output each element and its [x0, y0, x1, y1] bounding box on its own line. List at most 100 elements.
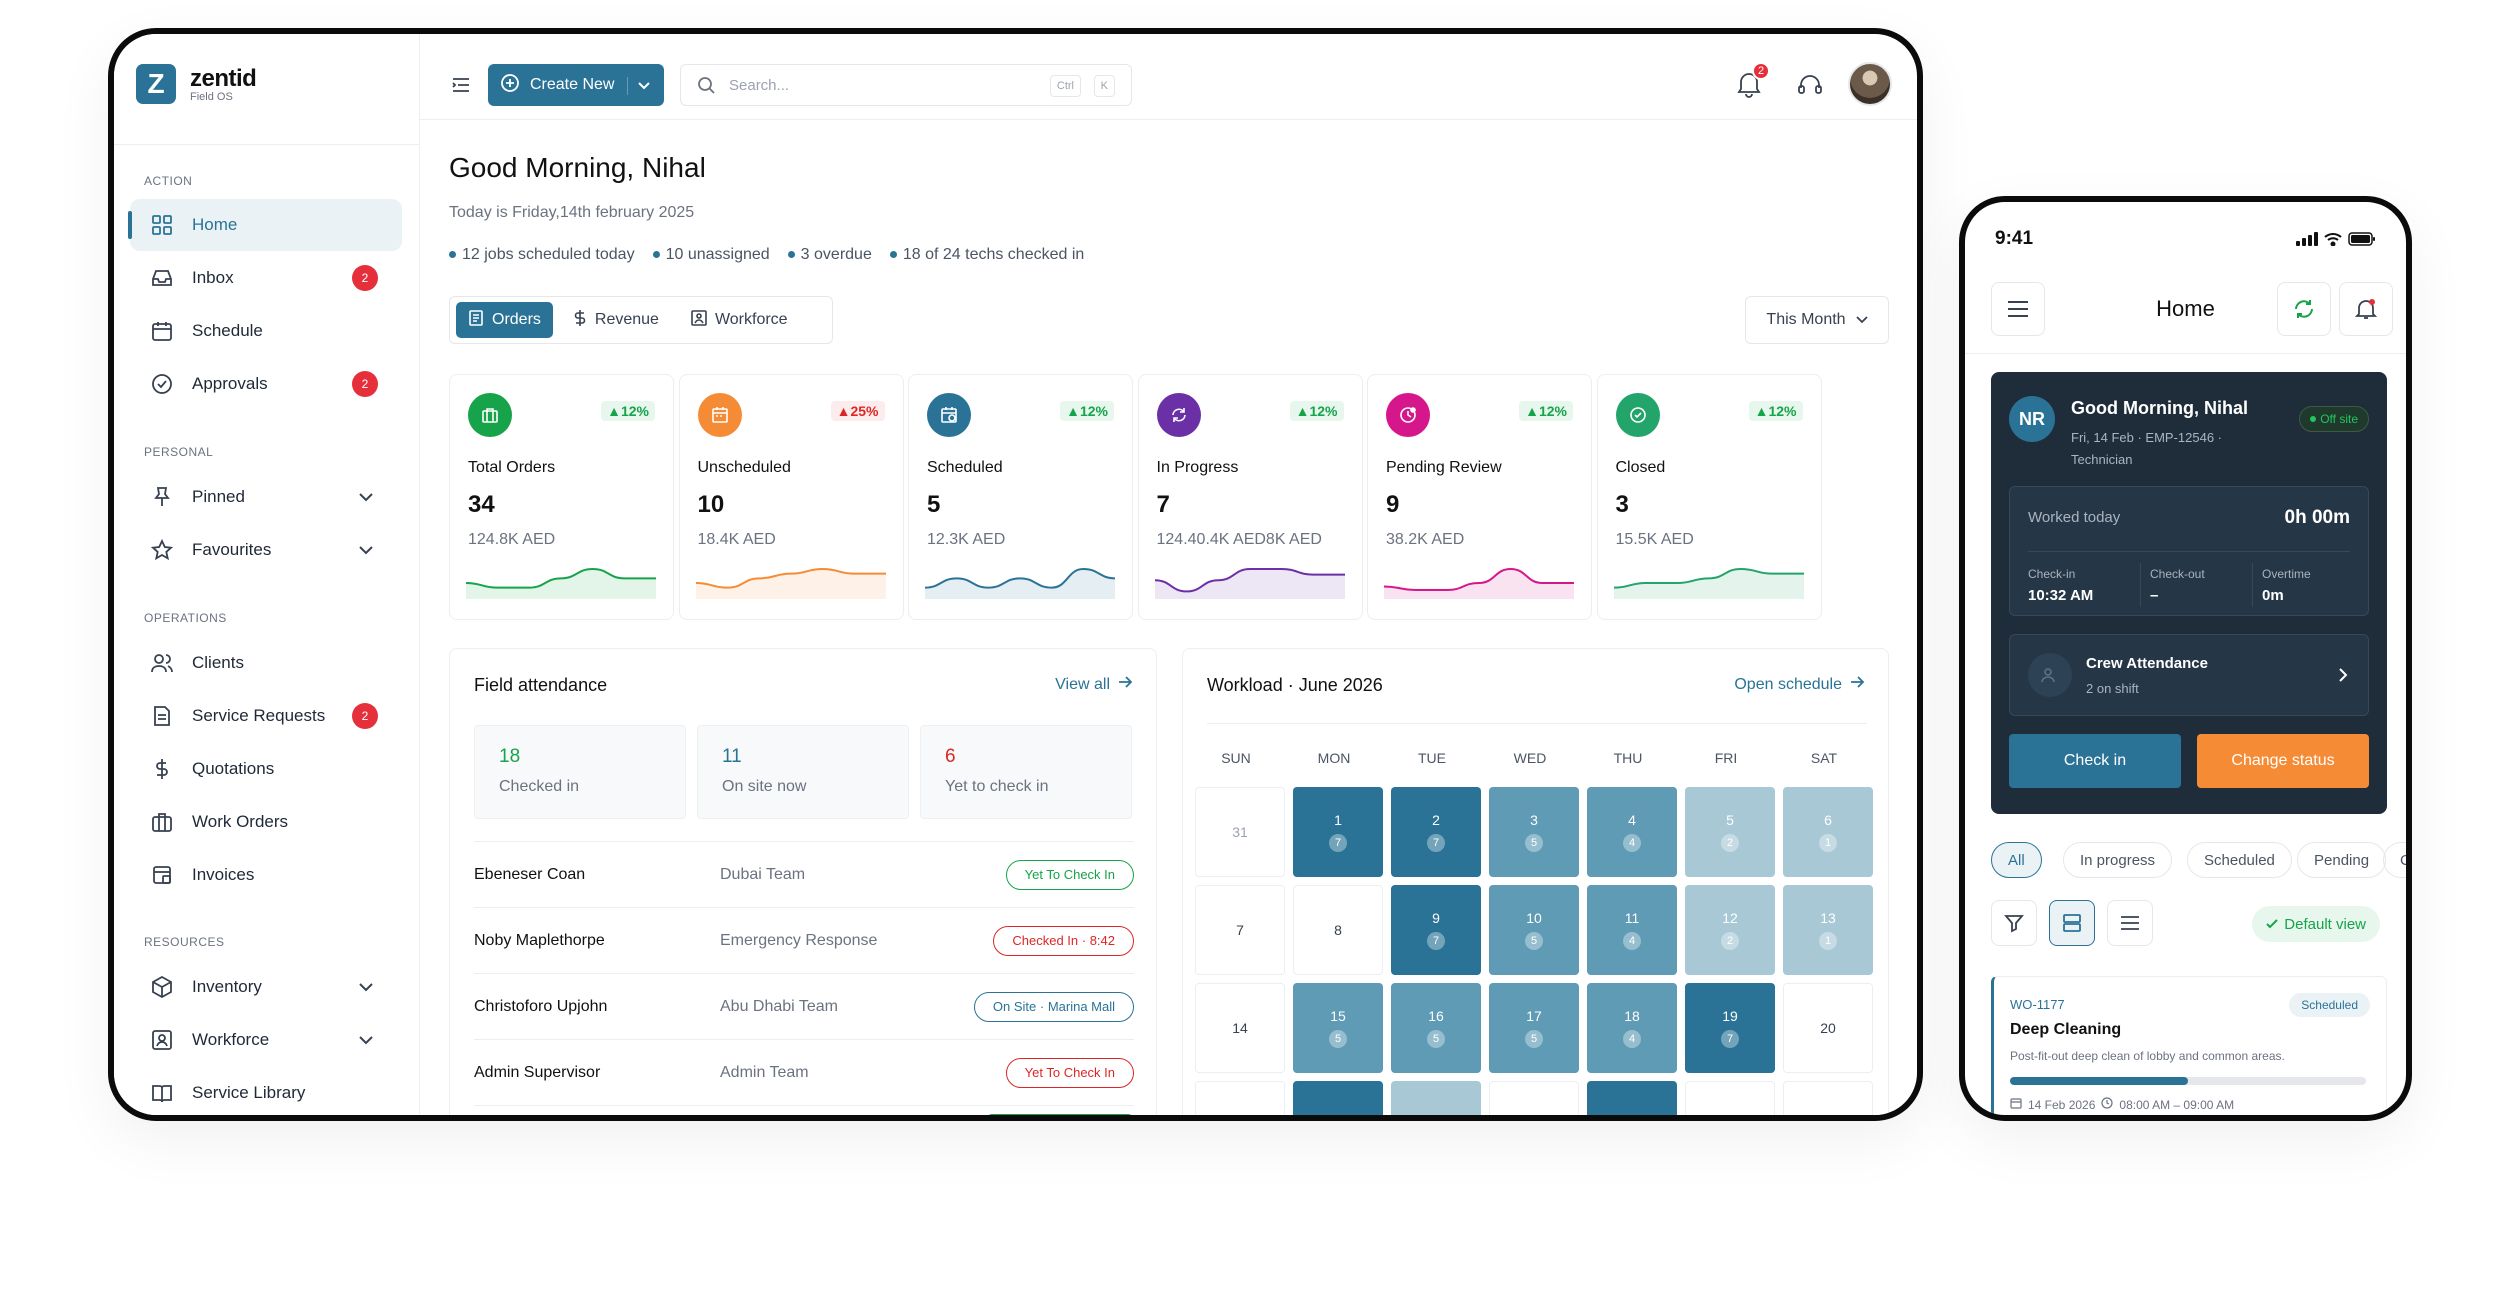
- filter-icon[interactable]: [1991, 900, 2037, 946]
- calendar-day[interactable]: 25: [1587, 1081, 1677, 1115]
- section-label-operations: OPERATIONS: [144, 611, 227, 625]
- calendar-day[interactable]: 8: [1293, 885, 1383, 975]
- calendar-day[interactable]: 15 5: [1293, 983, 1383, 1073]
- create-new-button[interactable]: Create New: [488, 64, 664, 106]
- stat-label: Checked in: [499, 778, 580, 795]
- filter-chip-pending[interactable]: Pending: [2297, 842, 2387, 878]
- calendar-day[interactable]: 61: [1783, 787, 1873, 877]
- chevron-down-icon[interactable]: [358, 977, 374, 997]
- kpi-card-total-orders[interactable]: ▲12% Total Orders 34 124.8K AED: [449, 374, 674, 620]
- status-badge: Checked In · 8:42: [993, 925, 1134, 956]
- sidebar-item-service-library[interactable]: Service Library: [130, 1067, 402, 1115]
- document-icon: [468, 309, 484, 331]
- filter-chip-more[interactable]: C: [2383, 842, 2406, 878]
- calendar-day[interactable]: 14: [1195, 983, 1285, 1073]
- search-input[interactable]: Search... Ctrl K: [680, 64, 1132, 106]
- view-all-link[interactable]: View all: [1055, 675, 1133, 694]
- calendar-day[interactable]: 23: [1391, 1081, 1481, 1115]
- chevron-down-icon[interactable]: [627, 77, 650, 95]
- sidebar-item-inventory[interactable]: Inventory: [130, 961, 402, 1013]
- sidebar-item-clients[interactable]: Clients: [130, 637, 402, 689]
- sidebar-item-work-orders[interactable]: Work Orders: [130, 796, 402, 848]
- table-row[interactable]: Christoforo Upjohn Abu Dhabi Team On Sit…: [474, 973, 1134, 1039]
- sidebar-item-invoices[interactable]: Invoices: [130, 849, 402, 901]
- calendar-day[interactable]: 22: [1293, 1081, 1383, 1115]
- table-row[interactable]: [474, 1105, 1134, 1115]
- calendar-day[interactable]: 24: [1489, 1081, 1579, 1121]
- kpi-card-closed[interactable]: ▲12% Closed 3 15.5K AED: [1596, 374, 1822, 620]
- bell-icon[interactable]: 2: [1736, 62, 1770, 103]
- filter-chip-in-progress[interactable]: In progress: [2063, 842, 2173, 878]
- kpi-card-in-progress[interactable]: ▲12% In Progress 7 124.40.4K AED8K AED: [1137, 374, 1363, 620]
- calendar-day[interactable]: 11 4: [1587, 885, 1677, 975]
- calendar-day[interactable]: 18 4: [1587, 983, 1677, 1073]
- calendar-day[interactable]: 10 5: [1489, 885, 1579, 975]
- default-view-toggle[interactable]: Default view: [2252, 906, 2380, 942]
- change-status-button[interactable]: Change status: [2197, 734, 2369, 788]
- kpi-label: In Progress: [1156, 459, 1239, 476]
- calendar-day[interactable]: 21: [1195, 1081, 1285, 1115]
- table-row[interactable]: Admin Supervisor Admin Team Yet To Check…: [474, 1039, 1134, 1105]
- filter-chip-scheduled[interactable]: Scheduled: [2187, 842, 2292, 878]
- refresh-icon: [1156, 393, 1201, 437]
- calendar-day[interactable]: 20: [1783, 983, 1873, 1073]
- calendar-day[interactable]: 16 5: [1391, 983, 1481, 1073]
- sidebar-item-home[interactable]: Home: [128, 199, 402, 251]
- check-in-button[interactable]: Check in: [2009, 734, 2181, 788]
- work-order-card[interactable]: WO-1177 Scheduled Deep Cleaning Post-fit…: [1991, 976, 2387, 1115]
- sidebar-item-service-requests[interactable]: Service Requests 2: [130, 690, 402, 742]
- calendar-day[interactable]: 13 1: [1783, 885, 1873, 975]
- calendar-day[interactable]: 35: [1489, 787, 1579, 877]
- weekday-label: MON: [1317, 750, 1351, 766]
- tab-revenue[interactable]: Revenue: [561, 302, 671, 338]
- chevron-down-icon[interactable]: [358, 1030, 374, 1050]
- calendar-day[interactable]: 27: [1391, 787, 1481, 877]
- sidebar-item-approvals[interactable]: Approvals 2: [130, 358, 402, 410]
- calendar-day[interactable]: 27: [1783, 1081, 1873, 1115]
- plus-circle-icon: [500, 73, 520, 98]
- headset-icon[interactable]: [1797, 72, 1823, 103]
- crew-attendance-row[interactable]: Crew Attendance 2 on shift: [2009, 634, 2369, 716]
- sidebar-item-favourites[interactable]: Favourites: [130, 524, 402, 576]
- filter-chip-all[interactable]: All: [1991, 842, 2042, 878]
- chevron-down-icon[interactable]: [358, 540, 374, 560]
- day-number: 24: [1526, 1118, 1542, 1121]
- calendar-day[interactable]: 44: [1587, 787, 1677, 877]
- calendar-day[interactable]: 26: [1685, 1081, 1775, 1115]
- card-view-icon[interactable]: [2049, 900, 2095, 946]
- calendar-day[interactable]: 97: [1391, 885, 1481, 975]
- table-row[interactable]: Ebeneser Coan Dubai Team Yet To Check In: [474, 841, 1134, 907]
- create-new-label: Create New: [530, 76, 615, 93]
- brand[interactable]: Z zentid Field OS: [136, 64, 257, 104]
- tab-workforce[interactable]: Workforce: [679, 302, 800, 338]
- kpi-card-pending-review[interactable]: ▲12% Pending Review 9 38.2K AED: [1367, 374, 1592, 620]
- calendar-day[interactable]: 12 2: [1685, 885, 1775, 975]
- sidebar-item-quotations[interactable]: Quotations: [130, 743, 402, 795]
- sparkline: [466, 567, 656, 599]
- list-view-icon[interactable]: [2107, 900, 2153, 946]
- calendar-day[interactable]: 31: [1195, 787, 1285, 877]
- refresh-icon[interactable]: [2277, 282, 2331, 336]
- tab-orders[interactable]: Orders: [456, 302, 553, 338]
- menu-collapse-icon[interactable]: [450, 74, 472, 101]
- sidebar-item-pinned[interactable]: Pinned: [130, 471, 402, 523]
- job-count: 5: [1427, 1030, 1445, 1048]
- calendar-day[interactable]: 52: [1685, 787, 1775, 877]
- kpi-card-unscheduled[interactable]: ▲25% Unscheduled 10 18.4K AED: [678, 374, 904, 620]
- bell-alert-icon[interactable]: [2339, 282, 2393, 336]
- sidebar-item-schedule[interactable]: Schedule: [130, 305, 402, 357]
- sidebar-item-workforce[interactable]: Workforce: [130, 1014, 402, 1066]
- chevron-down-icon[interactable]: [358, 487, 374, 507]
- table-row[interactable]: Noby Maplethorpe Emergency Response Chec…: [474, 907, 1134, 973]
- calendar-day[interactable]: 19 7: [1685, 983, 1775, 1073]
- calendar-day[interactable]: 17: [1293, 787, 1383, 877]
- job-count: 5: [1329, 1030, 1347, 1048]
- calendar-day[interactable]: 17 5: [1489, 983, 1579, 1073]
- kpi-card-scheduled[interactable]: ▲12% Scheduled 5 12.3K AED: [908, 374, 1133, 620]
- period-select[interactable]: This Month: [1745, 296, 1889, 344]
- open-schedule-link[interactable]: Open schedule: [1734, 675, 1865, 694]
- calendar-day[interactable]: 7: [1195, 885, 1285, 975]
- sidebar-item-inbox[interactable]: Inbox 2: [130, 252, 402, 304]
- avatar[interactable]: [1848, 62, 1892, 106]
- badge: 2: [352, 265, 378, 291]
